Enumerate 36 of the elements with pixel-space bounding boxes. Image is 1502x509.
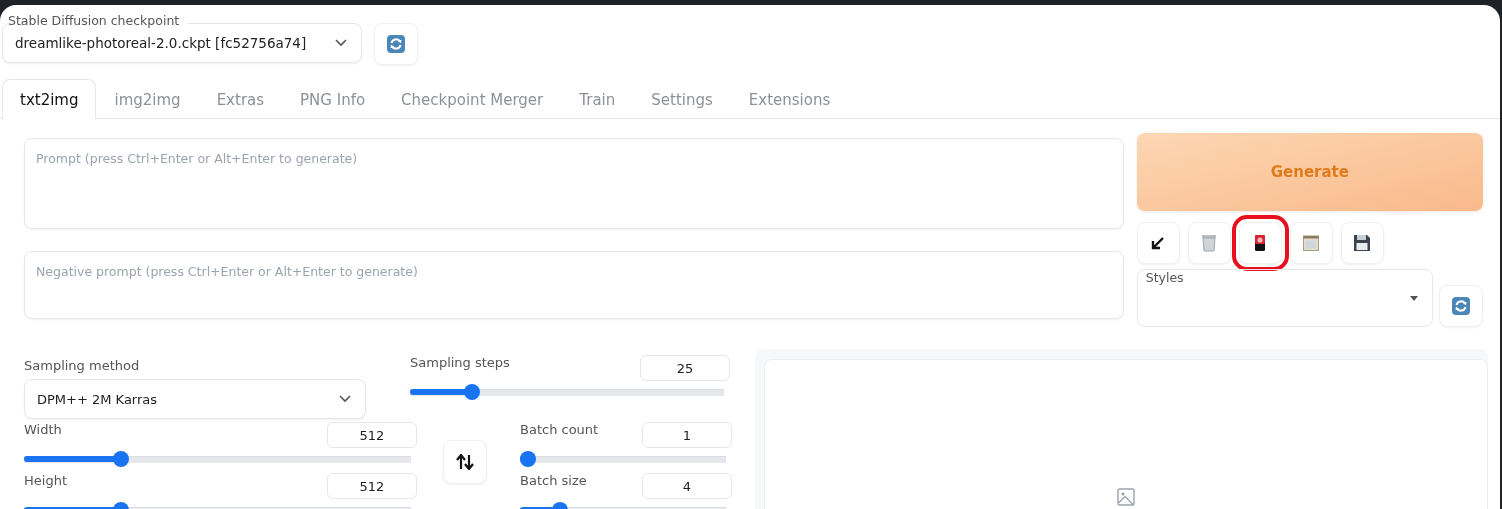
checkpoint-label: Stable Diffusion checkpoint — [8, 13, 188, 28]
refresh-button[interactable] — [374, 23, 418, 65]
dropdown-arrow-icon — [1410, 295, 1418, 301]
number-field[interactable]: 4 — [642, 473, 732, 499]
arrow-icon — [1151, 236, 1166, 250]
chevron-icon — [335, 39, 347, 47]
slider-label: Height — [24, 473, 67, 488]
slider-thumb[interactable] — [520, 451, 536, 467]
slider-thumb[interactable] — [113, 451, 130, 467]
tab[interactable]: txt2img — [2, 79, 97, 119]
chevron-icon — [339, 395, 351, 403]
slider-label: Batch count — [520, 422, 599, 437]
sampling-method-dropdown[interactable]: DPM++ 2M Karras — [24, 379, 366, 419]
trash-icon — [1201, 234, 1218, 252]
tool-button[interactable] — [1340, 222, 1384, 264]
number-field[interactable]: 512 — [327, 473, 417, 499]
slider-label: Width — [24, 422, 62, 437]
number-field[interactable]: 512 — [327, 422, 417, 448]
styles-dropdown[interactable]: Styles — [1136, 269, 1433, 327]
number-field[interactable]: 25 — [640, 355, 730, 381]
refresh-icon — [1452, 297, 1470, 315]
negative-prompt-field[interactable]: Negative prompt (press Ctrl+Enter or Alt+Enter to generate) — [24, 251, 1124, 319]
slider-thumb[interactable] — [463, 384, 480, 400]
number-field[interactable]: 1 — [642, 422, 732, 448]
prompt-field[interactable]: Prompt (press Ctrl+Enter or Alt+Enter to generate) — [24, 138, 1124, 229]
image-icon — [1117, 488, 1135, 506]
slider-label: Batch size — [520, 473, 587, 488]
swap-arrows-icon — [456, 454, 474, 470]
refresh-button[interactable] — [1439, 285, 1483, 327]
tool-button[interactable] — [1136, 222, 1180, 264]
slider-label: Sampling steps — [410, 355, 510, 370]
notepad-icon — [1303, 235, 1320, 251]
card-icon — [1255, 235, 1266, 251]
refresh-icon — [387, 35, 405, 53]
sampling-method-label: Sampling method — [24, 358, 140, 373]
swap-button[interactable] — [443, 440, 487, 484]
